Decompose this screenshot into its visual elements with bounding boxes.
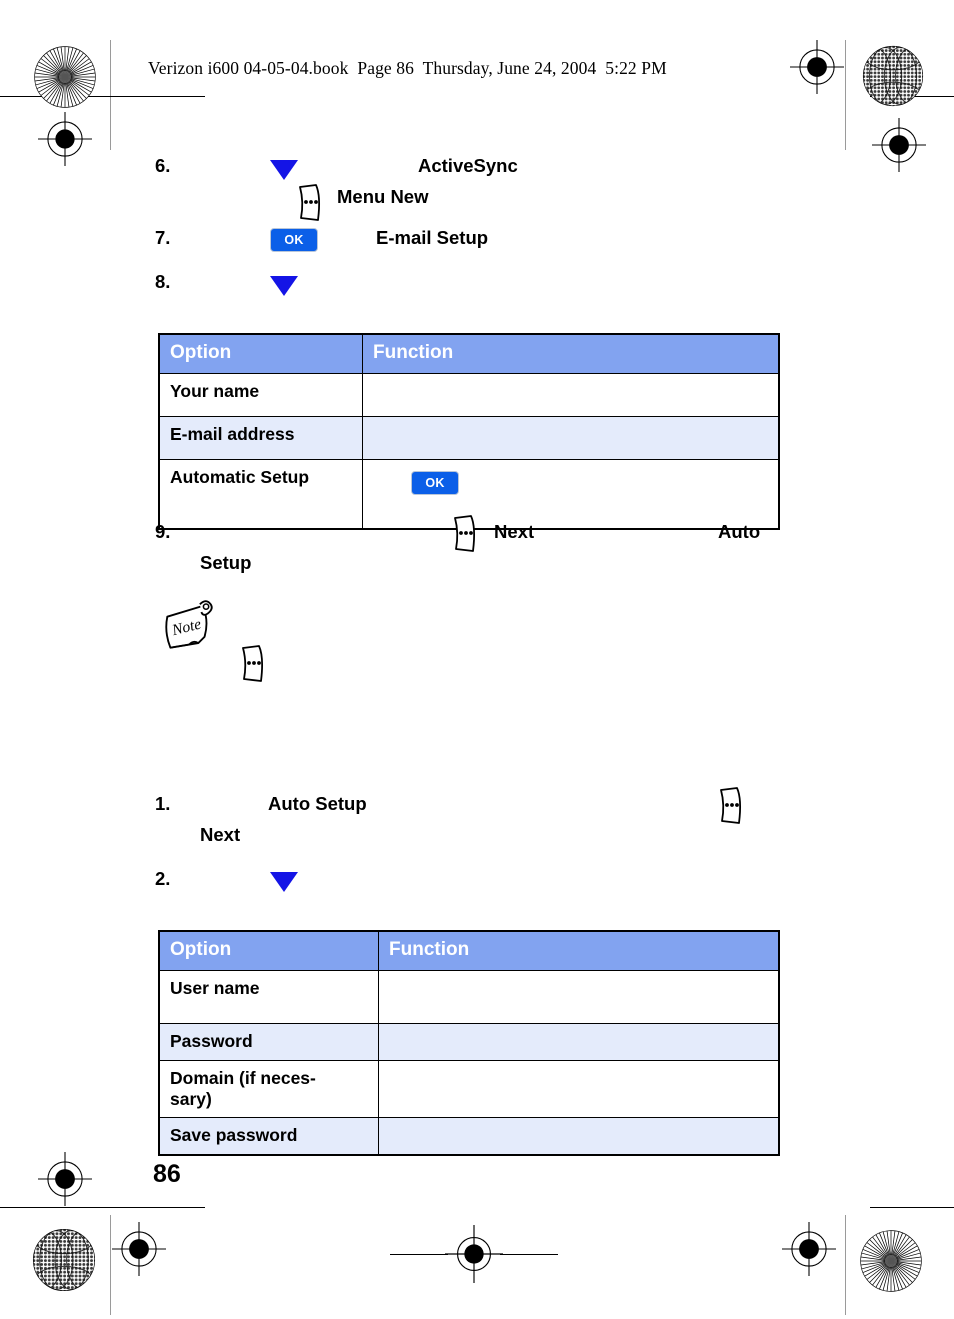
softkey-menu-icon-step1[interactable] xyxy=(718,787,744,825)
table-one-header-option: Option xyxy=(158,333,363,374)
step-6-subtext: Menu New xyxy=(337,186,429,207)
table-two-cell-option-2: Domain (if neces-sary) xyxy=(158,1060,379,1118)
step-7-number: 7. xyxy=(155,227,171,248)
step-9-text-setup: Setup xyxy=(200,552,252,573)
table-two-cell-function-0 xyxy=(378,970,780,1024)
table-two-cell-option-1: Password xyxy=(158,1023,379,1061)
crop-guide-bottom-left-horizontal xyxy=(0,1207,205,1208)
calibration-starburst-bottom-right xyxy=(860,1230,922,1292)
registration-mark-bottom-center xyxy=(445,1225,503,1283)
table-row: User name xyxy=(158,970,780,1024)
navigation-down-icon-step8[interactable] xyxy=(270,276,298,296)
table-one-cell-function-2: OK xyxy=(362,459,780,530)
registration-mark-bottom-left xyxy=(38,1152,92,1206)
step-9-number: 9. xyxy=(155,521,171,542)
step-9-text-next: Next xyxy=(494,521,535,542)
softkey-menu-icon-step9[interactable] xyxy=(452,515,478,553)
table-row: Save password xyxy=(158,1117,780,1156)
navigation-down-icon-step6[interactable] xyxy=(270,160,298,180)
step-1-number: 1. xyxy=(155,793,171,814)
table-row: Your name xyxy=(158,373,780,417)
note-callout-icon: Note xyxy=(165,600,213,649)
step-6-number: 6. xyxy=(155,155,171,176)
calibration-starburst-top-left xyxy=(34,46,96,108)
step-1-text: Auto Setup xyxy=(268,793,367,814)
table-two-cell-function-2 xyxy=(378,1060,780,1118)
table-one-header-row: Option Function xyxy=(158,333,780,374)
crop-guide-bottom-center-right xyxy=(500,1254,558,1255)
crop-guide-top-left-horizontal xyxy=(0,96,205,97)
page-number: 86 xyxy=(153,1160,181,1188)
table-two-cell-function-1 xyxy=(378,1023,780,1061)
table-two-cell-option-3: Save password xyxy=(158,1117,379,1156)
navigation-down-icon-step2[interactable] xyxy=(270,872,298,892)
step-6-text: ActiveSync xyxy=(418,155,518,176)
calibration-moire-bottom-left xyxy=(32,1228,96,1292)
table-one-header-function: Function xyxy=(362,333,780,374)
registration-mark-top-right xyxy=(790,40,844,94)
table-one-cell-option-1: E-mail address xyxy=(158,416,363,460)
table-two-option-label-2: Domain (if neces-sary) xyxy=(170,1068,316,1109)
registration-mark-top-right-lower xyxy=(872,118,926,172)
step-2-number: 2. xyxy=(155,868,171,889)
table-row: Domain (if neces-sary) xyxy=(158,1060,780,1118)
manual-page: Verizon i600 04-05-04.book Page 86 Thurs… xyxy=(0,0,954,1319)
step-9-text-auto: Auto xyxy=(718,521,761,542)
table-one-cell-option-2: Automatic Setup xyxy=(158,459,363,530)
table-row: E-mail address xyxy=(158,416,780,460)
table-two-cell-option-0: User name xyxy=(158,970,379,1024)
table-two-header-function: Function xyxy=(378,930,780,971)
crop-guide-left-vertical-bottom xyxy=(110,1215,111,1315)
crop-guide-bottom-right-horizontal xyxy=(870,1207,954,1208)
email-setup-options-table: Option Function Your name E-mail address… xyxy=(158,333,780,530)
registration-mark-top-left xyxy=(38,112,92,166)
crop-guide-right-vertical-bottom xyxy=(845,1215,846,1315)
running-header: Verizon i600 04-05-04.book Page 86 Thurs… xyxy=(148,58,667,78)
table-one-cell-function-1 xyxy=(362,416,780,460)
registration-mark-bottom-left-lower xyxy=(112,1222,166,1276)
step-1-subtext: Next xyxy=(200,824,241,845)
crop-guide-left-vertical xyxy=(110,40,111,150)
softkey-menu-icon-step6[interactable] xyxy=(297,184,323,222)
registration-mark-bottom-right xyxy=(782,1222,836,1276)
ok-button-icon-step7[interactable]: OK xyxy=(270,228,318,252)
ok-button-icon-table-one[interactable]: OK xyxy=(411,471,459,495)
crop-guide-bottom-center-left xyxy=(390,1254,448,1255)
step-7-text: E-mail Setup xyxy=(376,227,489,248)
table-one-option-label-2: Automatic Setup xyxy=(170,467,310,487)
server-credentials-options-table: Option Function User name Password Domai… xyxy=(158,930,780,1156)
step-8-number: 8. xyxy=(155,271,171,292)
crop-guide-right-vertical xyxy=(845,40,846,150)
table-two-header-option: Option xyxy=(158,930,379,971)
table-row: Password xyxy=(158,1023,780,1061)
calibration-moire-top-right xyxy=(862,45,924,107)
table-one-cell-function-0 xyxy=(362,373,780,417)
table-one-cell-option-0: Your name xyxy=(158,373,363,417)
table-two-cell-function-3 xyxy=(378,1117,780,1156)
table-two-header-row: Option Function xyxy=(158,930,780,971)
softkey-menu-icon-note[interactable] xyxy=(240,645,266,683)
